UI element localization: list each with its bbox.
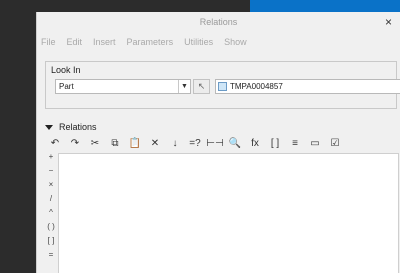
operator-palette: + − × / ^( )[ ] = (45, 152, 57, 264)
evaluate-icon[interactable]: =? (187, 135, 203, 151)
sort-icon[interactable]: ↓ (167, 135, 183, 151)
delete-icon[interactable]: ✕ (147, 135, 163, 151)
look-in-type-select[interactable]: Part ▼ (55, 79, 191, 94)
operator-button[interactable]: [ ] (45, 236, 57, 250)
copy-icon[interactable]: ⧉ (107, 135, 123, 151)
menu-utilities[interactable]: Utilities (184, 37, 213, 47)
close-icon[interactable]: × (385, 15, 392, 29)
insert-parameter-icon[interactable]: [ ] (267, 135, 283, 151)
cut-icon[interactable]: ✂ (87, 135, 103, 151)
model-name: TMPA0004857 (230, 82, 283, 91)
window-title: Relations (199, 17, 238, 27)
relations-section-header[interactable]: Relations (45, 121, 97, 133)
pointer-icon: ↖ (197, 81, 206, 91)
menu-edit[interactable]: Edit (67, 37, 83, 47)
menu-parameters[interactable]: Parameters (127, 37, 174, 47)
operator-button[interactable]: × (45, 180, 57, 194)
menu-show[interactable]: Show (224, 37, 247, 47)
display-icon[interactable]: ▭ (307, 135, 323, 151)
insert-function-icon[interactable]: fx (247, 135, 263, 151)
title-bar: Relations × (37, 12, 400, 32)
operator-button[interactable]: ^ (45, 208, 57, 222)
operator-button[interactable]: / (45, 194, 57, 208)
operator-button[interactable]: + (45, 152, 57, 166)
operator-button[interactable]: = (45, 250, 57, 264)
verify-icon[interactable]: ☑ (327, 135, 343, 151)
model-name-field[interactable]: TMPA0004857 (215, 79, 400, 94)
menu-insert[interactable]: Insert (93, 37, 116, 47)
look-in-label: Look In (51, 65, 81, 75)
collapse-icon[interactable] (45, 124, 53, 130)
relations-dialog: Relations × File Edit Insert Parameters … (36, 12, 400, 273)
relations-toolbar: ↶ ↷ ✂ ⧉ 📋 ✕ ↓ =? ⊢⊣ 🔍 fx[ ] ≡ ▭ ☑ (47, 134, 347, 152)
chevron-down-icon[interactable]: ▼ (178, 80, 190, 93)
relations-label: Relations (59, 122, 97, 132)
relations-editor[interactable] (58, 153, 399, 273)
look-in-group: Look In Part ▼ ↖ TMPA0004857 (45, 61, 400, 109)
redo-icon[interactable]: ↷ (67, 135, 83, 151)
show-dimensions-icon[interactable]: 🔍 (227, 135, 243, 151)
menu-file[interactable]: File (41, 37, 56, 47)
undo-icon[interactable]: ↶ (47, 135, 63, 151)
look-in-type-value: Part (59, 82, 74, 91)
operator-button[interactable]: − (45, 166, 57, 180)
menu-bar: File Edit Insert Parameters Utilities Sh… (37, 32, 400, 52)
operator-button[interactable]: ( ) (45, 222, 57, 236)
part-icon (218, 82, 227, 91)
measure-icon[interactable]: ⊢⊣ (206, 135, 223, 151)
paste-icon[interactable]: 📋 (127, 135, 143, 151)
select-model-button[interactable]: ↖ (193, 79, 210, 94)
sort-relations-icon[interactable]: ≡ (287, 135, 303, 151)
